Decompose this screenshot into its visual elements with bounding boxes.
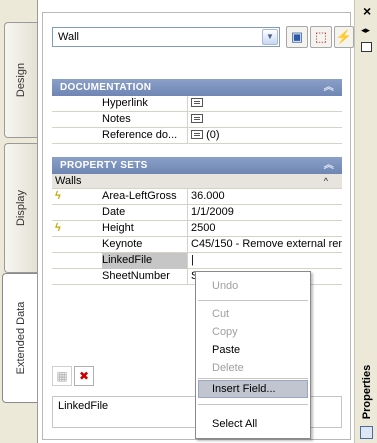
menu-item-cut[interactable]: Cut (212, 306, 229, 322)
add-property-sets-icon: ▦ (56, 369, 68, 383)
tab-extended-data[interactable]: Extended Data (2, 273, 38, 403)
documentation-row[interactable]: Reference do... (0) (52, 128, 342, 144)
property-name: LinkedFile (102, 253, 188, 269)
collapse-icon[interactable]: ︽ (324, 157, 334, 174)
auto-hide-icon[interactable]: ◂▸ (361, 25, 370, 36)
property-value[interactable] (188, 96, 342, 112)
pickadd-icon: ▣ (290, 29, 304, 44)
property-value[interactable]: 1/1/2009 (188, 205, 342, 221)
quick-select-icon: ⚡ (335, 29, 353, 44)
property-row[interactable]: Date 1/1/2009 (52, 205, 342, 221)
property-name: Keynote (102, 237, 188, 253)
select-objects-button[interactable]: ⬚ (310, 26, 332, 48)
lightning-icon: ϟ (55, 190, 61, 202)
chevron-down-icon[interactable]: ▼ (262, 29, 278, 45)
remove-property-sets-icon: ✖ (78, 369, 90, 383)
property-sets-grid: Walls ^ ϟ Area-LeftGross 36.000 Date 1/1… (52, 174, 342, 285)
menu-item-paste[interactable]: Paste (212, 342, 240, 358)
property-row[interactable]: Keynote C45/150 - Remove external render (52, 237, 342, 253)
documentation-header[interactable]: DOCUMENTATION ︽ (52, 79, 342, 96)
object-type-dropdown[interactable]: Wall ▼ (52, 27, 280, 47)
edit-text-icon[interactable] (191, 130, 203, 139)
property-name: Height (102, 221, 188, 237)
quick-select-button[interactable]: ⚡ (334, 26, 354, 48)
property-value-input[interactable]: | (188, 253, 342, 269)
reference-count: (0) (206, 129, 220, 141)
menu-item-insert-field[interactable]: Insert Field... (212, 381, 276, 397)
edit-text-icon[interactable] (191, 98, 203, 107)
collapse-icon[interactable]: ︽ (324, 79, 334, 96)
menu-item-undo[interactable]: Undo (212, 278, 238, 294)
property-description-text: LinkedFile (58, 400, 109, 412)
property-value[interactable]: C45/150 - Remove external render (188, 237, 342, 253)
palette-title: Properties (361, 364, 373, 420)
documentation-grid: Hyperlink Notes Reference do... (0) (52, 96, 342, 144)
properties-menu-icon[interactable] (361, 42, 372, 52)
properties-icon (360, 426, 373, 439)
tab-display[interactable]: Display (4, 143, 37, 273)
menu-separator (198, 300, 308, 301)
property-name: Notes (102, 112, 188, 128)
property-value[interactable]: 2500 (188, 221, 342, 237)
property-sets-header[interactable]: PROPERTY SETS ︽ (52, 157, 342, 174)
property-name: Area-LeftGross (102, 189, 188, 205)
documentation-row[interactable]: Hyperlink (52, 96, 342, 112)
caret-up-icon[interactable]: ^ (324, 174, 328, 188)
context-menu: Undo Cut Copy Paste Delete Insert Field.… (195, 271, 311, 439)
property-row-selected[interactable]: LinkedFile | (52, 253, 342, 269)
property-name: Reference do... (102, 128, 188, 144)
property-sets-title: PROPERTY SETS (60, 160, 148, 171)
property-name: SheetNumber (102, 269, 188, 285)
property-set-group-walls[interactable]: Walls ^ (52, 174, 342, 189)
property-value[interactable] (188, 112, 342, 128)
menu-separator (198, 378, 308, 379)
add-property-sets-button[interactable]: ▦ (52, 366, 72, 386)
tab-design[interactable]: Design (4, 22, 37, 138)
tab-display-label: Display (15, 189, 27, 227)
left-tab-strip: Design Display Extended Data (0, 0, 38, 443)
select-objects-icon: ⬚ (314, 29, 328, 44)
remove-property-sets-button[interactable]: ✖ (74, 366, 94, 386)
lightning-icon: ϟ (55, 222, 61, 234)
property-value[interactable]: 36.000 (188, 189, 342, 205)
close-icon[interactable]: × (363, 3, 371, 19)
tab-extended-data-label: Extended Data (14, 301, 27, 375)
property-value[interactable]: (0) (188, 128, 342, 144)
property-set-group-label: Walls (55, 175, 82, 187)
tab-design-label: Design (15, 62, 27, 98)
object-type-value: Wall (58, 31, 79, 43)
property-name: Date (102, 205, 188, 221)
menu-item-copy[interactable]: Copy (212, 324, 238, 340)
property-name: Hyperlink (102, 96, 188, 112)
toggle-pickadd-button[interactable]: ▣ (286, 26, 308, 48)
documentation-row[interactable]: Notes (52, 112, 342, 128)
property-row[interactable]: ϟ Area-LeftGross 36.000 (52, 189, 342, 205)
menu-item-delete[interactable]: Delete (212, 360, 244, 376)
documentation-title: DOCUMENTATION (60, 82, 152, 93)
property-row[interactable]: ϟ Height 2500 (52, 221, 342, 237)
edit-text-icon[interactable] (191, 114, 203, 123)
palette-title-bar: × ◂▸ Properties (354, 0, 377, 443)
menu-item-select-all[interactable]: Select All (212, 416, 257, 432)
menu-separator (198, 404, 308, 405)
